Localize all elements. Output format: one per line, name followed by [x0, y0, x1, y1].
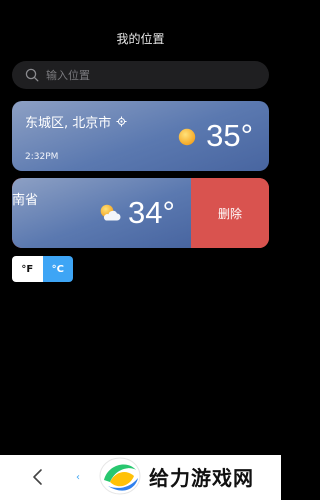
celsius-button[interactable]: °C — [42, 256, 73, 282]
back-icon[interactable] — [30, 468, 46, 486]
current-location-icon — [116, 116, 127, 127]
city-name: 南省 — [12, 193, 39, 208]
screen: 我的位置 输入位置 东城区, 北京市 2:32PM 35° 南省 34° 删除 … — [0, 0, 281, 500]
watermark: 给力游戏网 — [98, 452, 281, 500]
location-time: 2:32PM — [25, 152, 59, 162]
watermark-logo-icon — [99, 457, 141, 495]
fahrenheit-button[interactable]: °F — [12, 256, 43, 282]
partly-cloudy-icon — [100, 204, 121, 221]
city-name: 东城区, 北京市 — [25, 116, 112, 131]
delete-button[interactable]: 删除 — [191, 178, 269, 248]
location-city: 东城区, 北京市 — [25, 112, 127, 131]
location-row-swiped: 南省 34° 删除 — [12, 178, 269, 248]
unit-toggle: °F °C — [12, 256, 73, 282]
search-input[interactable]: 输入位置 — [12, 61, 269, 89]
watermark-text: 给力游戏网 — [149, 465, 254, 490]
location-temperature: 34° — [128, 195, 175, 230]
search-placeholder: 输入位置 — [46, 69, 90, 82]
page-title: 我的位置 — [116, 32, 165, 46]
location-card[interactable]: 南省 34° — [12, 178, 191, 248]
location-temperature: 35° — [206, 118, 253, 153]
sunny-icon — [178, 128, 196, 146]
search-icon — [25, 68, 39, 82]
bottom-bar-partial-label: ‹ — [76, 472, 80, 483]
location-card[interactable]: 东城区, 北京市 2:32PM 35° — [12, 101, 269, 171]
